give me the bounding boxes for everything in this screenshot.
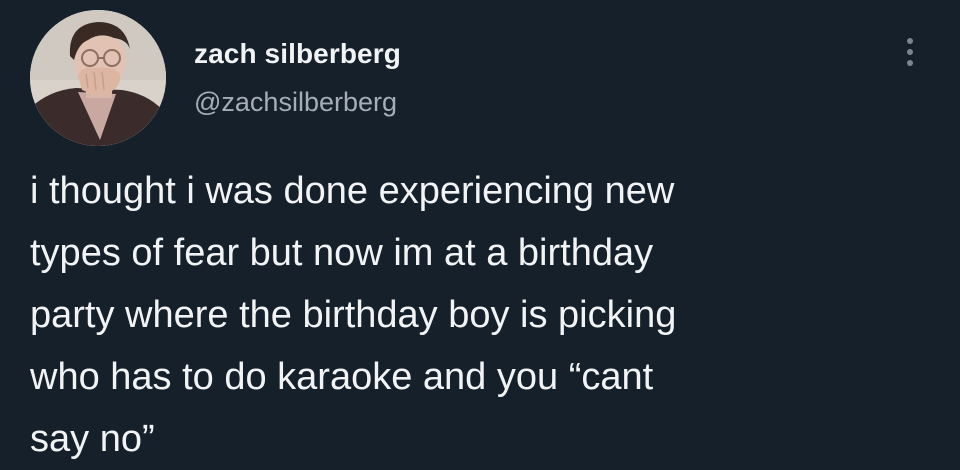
tweet-text: i thought i was done experiencing new ty… [30,160,920,470]
tweet-text-line: types of fear but now im at a birthday [30,232,654,274]
more-vertical-icon [907,38,913,44]
user-handle[interactable]: @zachsilberberg [194,87,397,118]
tweet-text-line: say no” [30,418,155,460]
tweet-card: zach silberberg @zachsilberberg i though… [0,0,960,470]
display-name[interactable]: zach silberberg [194,38,401,70]
avatar-photo [30,10,166,146]
tweet-text-line: party where the birthday boy is picking [30,294,677,336]
more-vertical-icon-dot [907,60,913,66]
more-vertical-icon-dot [907,49,913,55]
tweet-text-line: who has to do karaoke and you “cant [30,356,654,398]
tweet-text-line: i thought i was done experiencing new [30,170,675,212]
more-options-button[interactable] [896,30,924,74]
avatar[interactable] [30,10,166,146]
